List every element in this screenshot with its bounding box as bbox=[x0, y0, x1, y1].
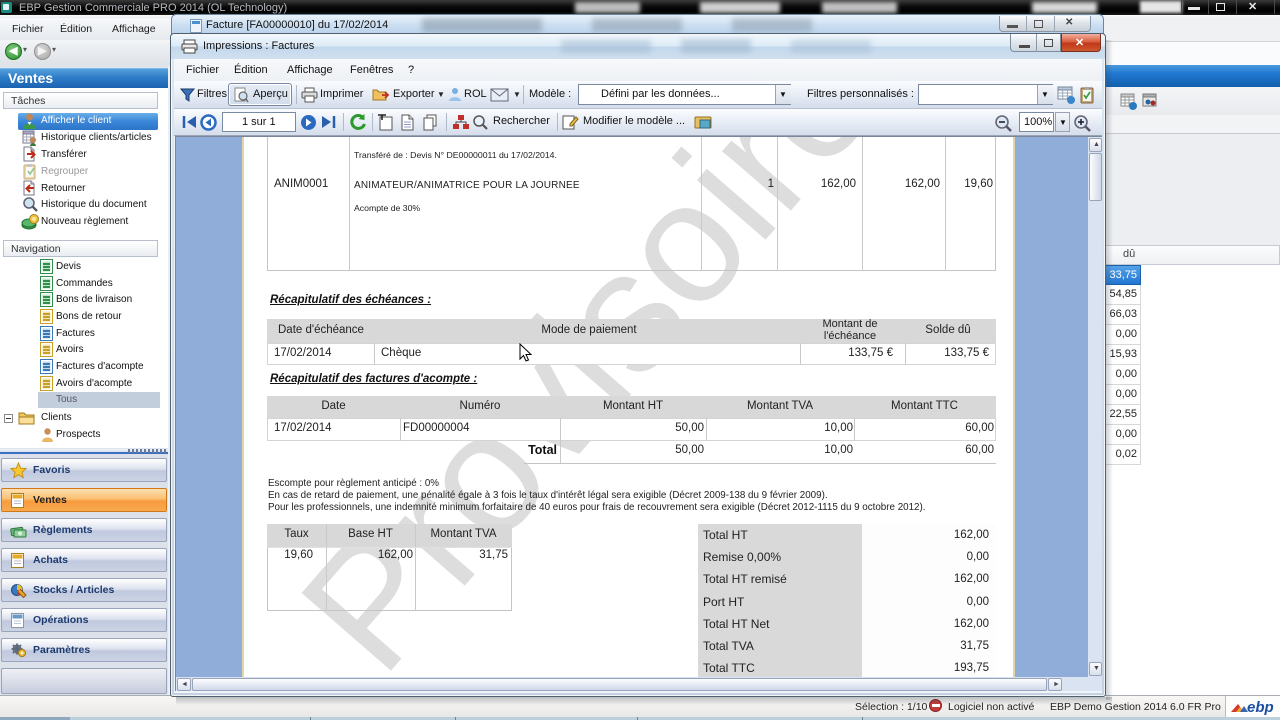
svg-text:ebp: ebp bbox=[1247, 699, 1274, 715]
